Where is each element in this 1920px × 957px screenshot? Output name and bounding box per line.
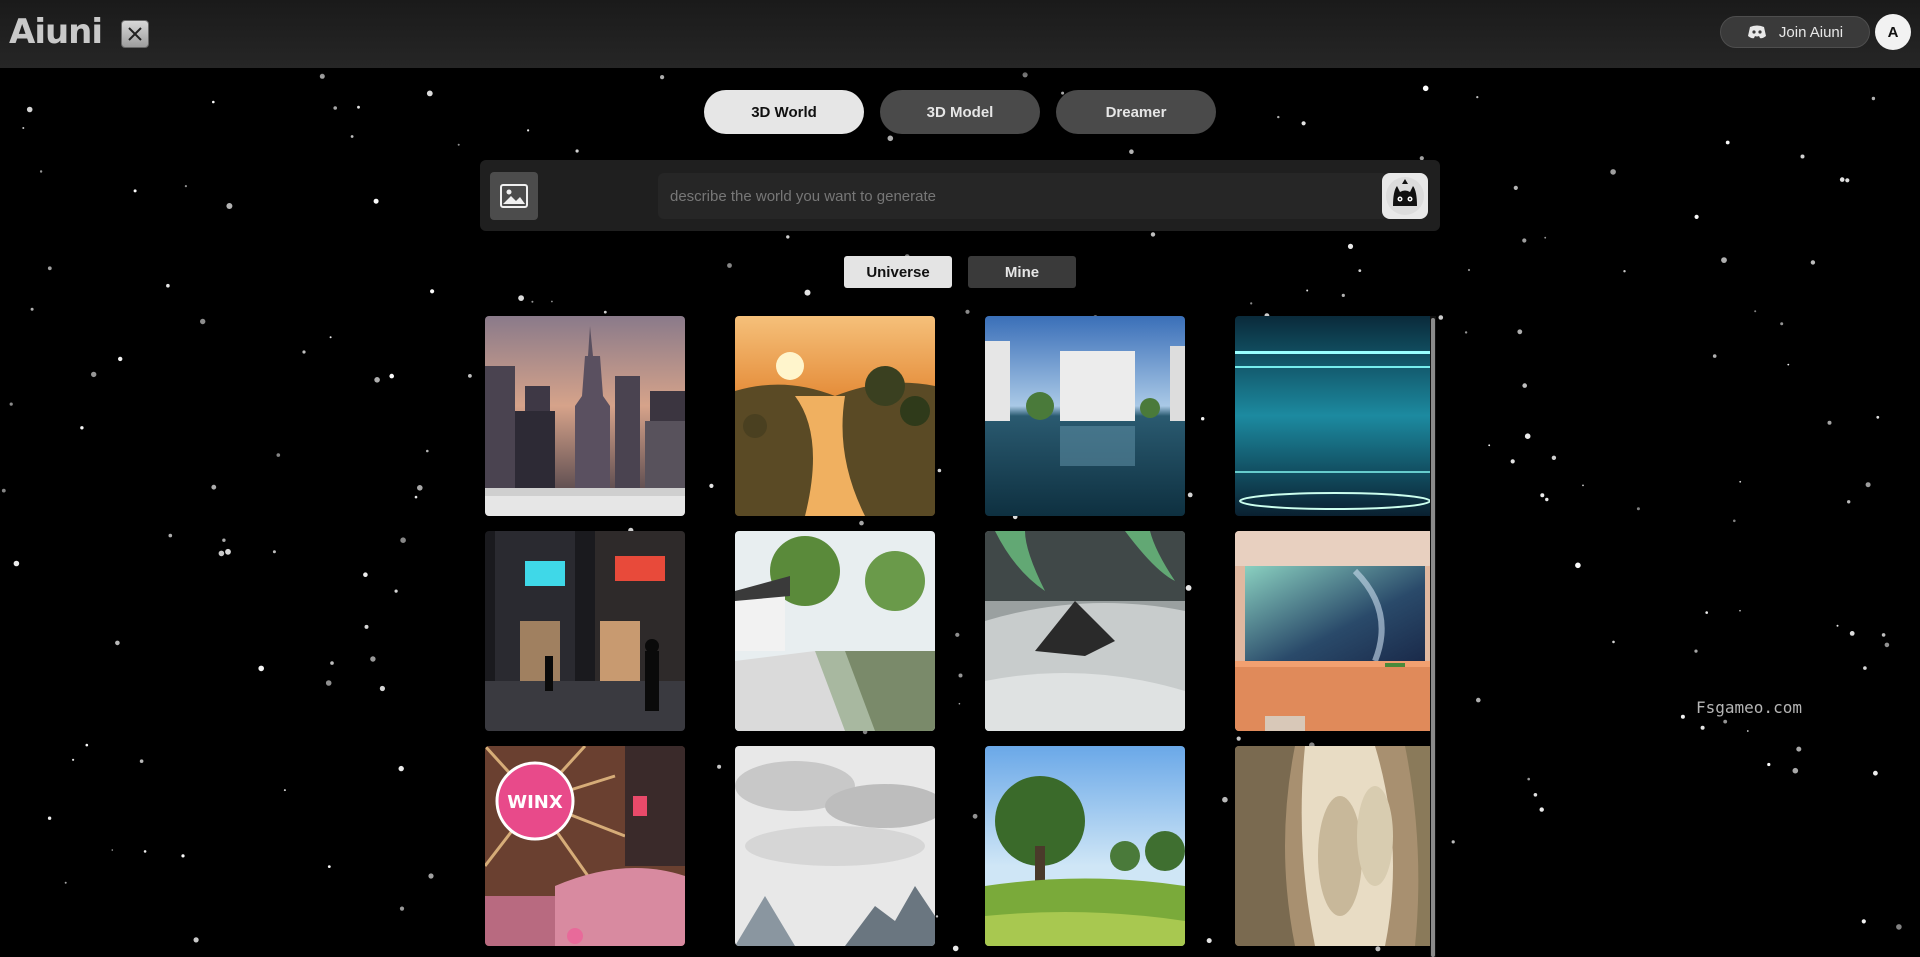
image-icon — [500, 184, 528, 208]
city-skyline-thumbnail — [485, 316, 685, 516]
tab-universe[interactable]: Universe — [844, 256, 952, 288]
chinese-canal-thumbnail — [735, 531, 935, 731]
gallery-card[interactable] — [985, 316, 1185, 516]
cat-mascot-icon — [1386, 177, 1424, 215]
join-aiuni-button[interactable]: Join Aiuni — [1720, 16, 1870, 48]
gallery-card[interactable] — [735, 531, 935, 731]
tab-3d-model[interactable]: 3D Model — [880, 90, 1040, 134]
gallery-card[interactable] — [485, 531, 685, 731]
user-avatar[interactable]: A — [1875, 14, 1911, 50]
top-bar: Aiuni Join Aiuni A — [0, 0, 1920, 68]
cloud-peaks-thumbnail — [735, 746, 935, 946]
x-social-button[interactable] — [121, 20, 149, 48]
space-window-room-thumbnail — [1235, 531, 1435, 731]
prompt-bar — [480, 160, 1440, 231]
gallery-card[interactable] — [485, 316, 685, 516]
tab-dreamer[interactable]: Dreamer — [1056, 90, 1216, 134]
teal-water-room-thumbnail — [1235, 316, 1435, 516]
image-upload-button[interactable] — [490, 172, 538, 220]
gallery-card[interactable] — [985, 531, 1185, 731]
sunset-river-thumbnail — [735, 316, 935, 516]
neon-street-thumbnail — [485, 531, 685, 731]
gallery-card[interactable] — [1235, 746, 1435, 946]
discord-icon — [1747, 25, 1766, 39]
gallery-card[interactable] — [1235, 531, 1435, 731]
aurora-mountains-thumbnail — [985, 531, 1185, 731]
tab-3d-world[interactable]: 3D World — [704, 90, 864, 134]
winx-club-bar-thumbnail: WINX — [485, 746, 685, 946]
gallery-card[interactable] — [735, 746, 935, 946]
join-aiuni-label: Join Aiuni — [1778, 23, 1844, 41]
aiuni-logo[interactable]: Aiuni — [9, 12, 103, 52]
carved-stone-thumbnail — [1235, 746, 1435, 946]
winx-sign-text: WINX — [507, 792, 563, 813]
gallery-card[interactable] — [985, 746, 1185, 946]
world-gallery: WINX — [485, 316, 1435, 957]
flooded-buildings-thumbnail — [985, 316, 1185, 516]
x-logo-icon — [128, 27, 142, 41]
gallery-card[interactable] — [1235, 316, 1435, 516]
gallery-card[interactable] — [735, 316, 935, 516]
world-prompt-input[interactable] — [658, 173, 1388, 219]
watermark-text: Fsgameo.com — [1696, 698, 1802, 717]
tab-mine[interactable]: Mine — [968, 256, 1076, 288]
green-meadow-tree-thumbnail — [985, 746, 1185, 946]
gallery-scrollbar-thumb[interactable] — [1431, 318, 1435, 957]
generate-button[interactable] — [1382, 173, 1428, 219]
gallery-card[interactable]: WINX — [485, 746, 685, 946]
